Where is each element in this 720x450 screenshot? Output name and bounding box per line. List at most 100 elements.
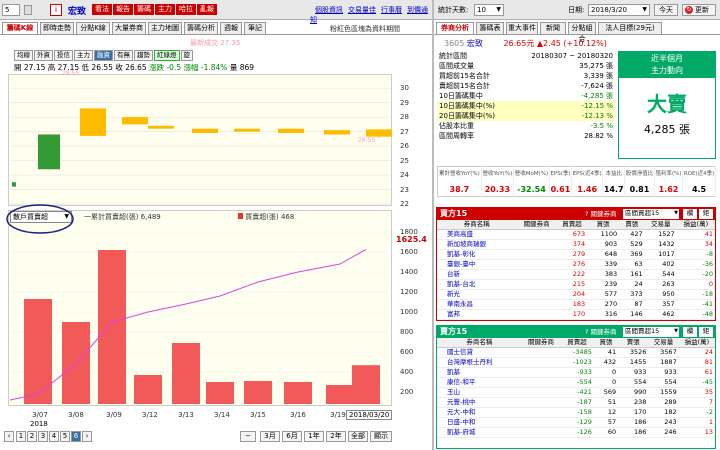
broker-name[interactable]: 元豐-桃中 [437, 397, 522, 408]
range-button[interactable]: 2年 [326, 431, 346, 442]
broker-cell [516, 259, 557, 270]
page-prev-button[interactable]: ‹ [4, 431, 14, 442]
broker-row[interactable]: 康信-和平 -554 0 554 554 -45 [437, 377, 715, 388]
buy-filter-select[interactable]: 區間買超15 ▼ [623, 209, 679, 219]
x-year: 2018 [30, 420, 48, 428]
broker-row[interactable]: 新光 204 577 373 950 -18 [437, 289, 715, 300]
column-header[interactable]: 買賣超 [560, 338, 594, 348]
date-select[interactable]: 2018/3/20 ▼ [588, 4, 650, 16]
refresh-button[interactable]: ↻ 更新 [682, 4, 716, 16]
page-button[interactable]: 1 [16, 431, 26, 442]
range-button[interactable]: 3月 [260, 431, 280, 442]
sell-column-button[interactable]: 欄 [683, 327, 697, 337]
broker-cell: 933 [618, 367, 649, 378]
stat-value: 35,275 張 [579, 62, 613, 70]
broker-row[interactable]: 台灣摩根士丹利 -1023 432 1455 1887 81 [437, 357, 715, 368]
page-button[interactable]: 4 [49, 431, 59, 442]
page-button[interactable]: 5 [60, 431, 70, 442]
column-header[interactable]: 交易量 [648, 338, 679, 348]
broker-name[interactable]: 凱基 [437, 367, 522, 378]
page-button[interactable]: 2 [27, 431, 37, 442]
range-button[interactable]: 6月 [282, 431, 302, 442]
broker-name[interactable]: 國士信貸 [437, 347, 522, 358]
broker-cell: 3567 [648, 347, 679, 358]
volume-ytick-label: 1400 [400, 268, 418, 276]
days-select[interactable]: 10 ▼ [474, 4, 504, 16]
help-icon[interactable]: ? [585, 210, 588, 218]
broker-row[interactable]: 美商高盛 673 1100 427 1527 41 [437, 229, 715, 240]
column-header[interactable]: 關鍵券商 [521, 338, 561, 348]
buy-column-button[interactable]: 欄 [683, 209, 697, 219]
broker-name[interactable]: 康信-和平 [437, 377, 522, 388]
broker-name[interactable]: 台新 [437, 269, 517, 280]
broker-row[interactable]: 元大-中和 -158 12 170 182 -2 [437, 407, 715, 418]
page-button[interactable]: 6 [71, 431, 81, 442]
broker-row[interactable]: 凱基 -933 0 933 933 61 [437, 367, 715, 378]
column-header[interactable]: 券商名稱 [437, 220, 517, 230]
broker-name[interactable]: 新光 [437, 289, 517, 300]
sell-key-broker-label: ? 關鍵券商 [585, 326, 617, 338]
broker-name[interactable]: 玉山 [437, 387, 522, 398]
range-button[interactable]: 全部 [348, 431, 368, 442]
right-tab[interactable]: 分點組合 [568, 22, 596, 43]
buy-detail-button[interactable]: 鉅 [699, 209, 713, 219]
broker-name[interactable]: 元大-中和 [437, 407, 522, 418]
broker-row[interactable]: 日盛-中和 -129 57 186 243 1 [437, 417, 715, 428]
range-button[interactable]: 顯示 [370, 431, 392, 442]
right-tab[interactable]: 籌碼表 [476, 22, 504, 34]
page-next-button[interactable]: › [82, 431, 92, 442]
sell-detail-button[interactable]: 鉅 [699, 327, 713, 337]
column-header[interactable]: 買張 [587, 220, 620, 230]
broker-row[interactable]: 元豐-桃中 -187 51 238 289 7 [437, 397, 715, 408]
pane-splitter[interactable] [432, 0, 434, 450]
range-button[interactable]: 1年 [304, 431, 324, 442]
stat-label: 賣超前15名合計 [439, 82, 490, 90]
volume-bar [24, 299, 52, 404]
broker-name[interactable]: 日盛-中和 [437, 417, 522, 428]
broker-row[interactable]: 華南永昌 183 270 87 357 -41 [437, 299, 715, 310]
broker-name[interactable]: 凱基-台北 [437, 279, 517, 290]
column-header[interactable]: 買賣超 [556, 220, 588, 230]
broker-row[interactable]: 台新 222 383 161 544 -20 [437, 269, 715, 280]
column-header[interactable]: 券商名稱 [437, 338, 522, 348]
right-tab[interactable]: 新聞 [540, 22, 566, 34]
stock-header-name[interactable]: 宏致 [467, 39, 483, 48]
today-button[interactable]: 今天 [654, 4, 678, 16]
column-header[interactable]: 損益(萬) [676, 220, 715, 230]
broker-name[interactable]: 美商高盛 [437, 229, 517, 240]
broker-cell: 24 [619, 279, 645, 290]
broker-name[interactable]: 臺銀-臺中 [437, 259, 517, 270]
broker-name[interactable]: 新加坡商瑞銀 [437, 239, 517, 250]
column-header[interactable]: 賣張 [619, 220, 645, 230]
right-tab[interactable]: 法人目標(29元) [598, 22, 662, 34]
broker-row[interactable]: 新加坡商瑞銀 374 903 529 1432 34 [437, 239, 715, 250]
column-header[interactable]: 買張 [593, 338, 619, 348]
column-header[interactable]: 關鍵券商 [516, 220, 557, 230]
column-header[interactable]: 交易量 [644, 220, 677, 230]
help-icon[interactable]: ? [585, 328, 588, 336]
column-header[interactable]: 賣張 [618, 338, 649, 348]
broker-row[interactable]: 國士信貸 -3485 41 3526 3567 24 [437, 347, 715, 358]
page-button[interactable]: 3 [38, 431, 48, 442]
candle [148, 125, 174, 129]
column-header[interactable]: 損益(萬) [678, 338, 715, 348]
volume-ytick-label: 200 [400, 388, 414, 396]
broker-name[interactable]: 凱基-府城 [437, 427, 522, 438]
broker-row[interactable]: 臺銀-臺中 276 339 63 402 -36 [437, 259, 715, 270]
bar-legend-value: 468 [280, 213, 295, 221]
right-tab[interactable]: 券商分析 [436, 22, 474, 34]
broker-cell: 41 [593, 347, 619, 358]
right-tab[interactable]: 重大事件 [506, 22, 538, 34]
broker-row[interactable]: 凱基-彰化 279 648 369 1017 -8 [437, 249, 715, 260]
broker-name[interactable]: 台灣摩根士丹利 [437, 357, 522, 368]
broker-row[interactable]: 凱基-府城 -126 60 186 246 13 [437, 427, 715, 438]
broker-row[interactable]: 玉山 -421 569 990 1559 35 [437, 387, 715, 398]
table-header-row: 券商名稱 關鍵券商 買賣超 買張 賣張 交易量 損益(萬) [437, 338, 715, 348]
broker-name[interactable]: 凱基-彰化 [437, 249, 517, 260]
broker-row[interactable]: 凱基-台北 215 239 24 263 0 [437, 279, 715, 290]
sell-filter-select[interactable]: 區間賣超15 ▼ [623, 327, 679, 337]
broker-name[interactable]: 華南永昌 [437, 299, 517, 310]
broker-row[interactable]: 富邦 170 316 146 462 -48 [437, 309, 715, 320]
broker-name[interactable]: 富邦 [437, 309, 517, 320]
zoom-out-button[interactable]: − [240, 431, 256, 442]
